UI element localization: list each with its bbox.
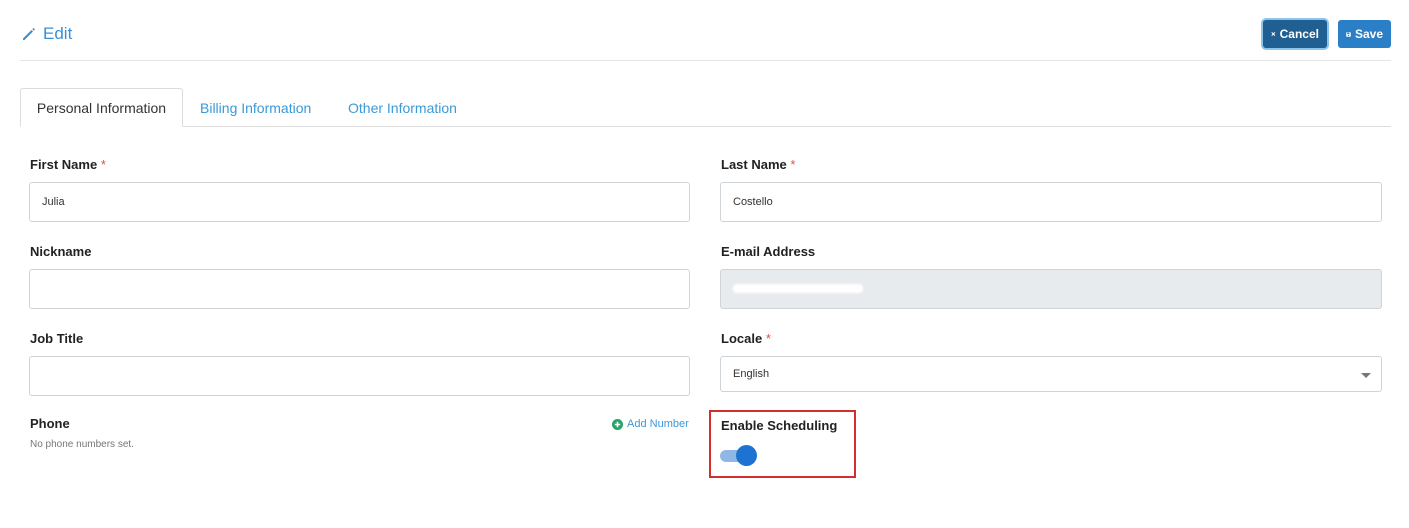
email-label: E-mail Address: [721, 244, 815, 259]
tab-bar: Personal Information Billing Information…: [20, 88, 1391, 127]
required-marker: *: [790, 157, 796, 172]
scheduling-label: Enable Scheduling: [721, 418, 837, 433]
pencil-icon: [23, 28, 35, 40]
nickname-input[interactable]: [29, 269, 690, 309]
locale-value: English: [733, 368, 770, 380]
close-icon: [1271, 32, 1276, 36]
scheduling-label-text: Enable Scheduling: [721, 418, 838, 433]
save-button[interactable]: Save: [1338, 20, 1391, 48]
floppy-disk-icon: [1346, 31, 1351, 37]
job-title-input[interactable]: [29, 356, 690, 396]
page-title-text: Edit: [43, 24, 73, 43]
page-header: Edit Cancel Save: [20, 18, 1391, 61]
locale-select[interactable]: English: [720, 356, 1382, 392]
tab-other-information[interactable]: Other Information: [348, 88, 457, 127]
phone-label: Phone: [30, 416, 70, 431]
required-marker: *: [765, 331, 771, 346]
first-name-label: First Name *: [30, 157, 106, 172]
toggle-knob: [736, 445, 757, 466]
cancel-button[interactable]: Cancel: [1263, 20, 1327, 48]
last-name-value: Costello: [733, 196, 773, 208]
tab-personal-information[interactable]: Personal Information: [20, 88, 183, 127]
add-number-button[interactable]: Add Number: [612, 418, 689, 430]
plus-circle-icon: [612, 418, 623, 430]
page-title: Edit: [21, 24, 72, 44]
last-name-input[interactable]: Costello: [720, 182, 1382, 222]
nickname-label: Nickname: [30, 244, 91, 259]
last-name-label: Last Name *: [721, 157, 795, 172]
save-button-label: Save: [1354, 27, 1383, 41]
add-number-label: Add Number: [627, 418, 689, 430]
locale-label: Locale *: [721, 331, 771, 346]
phone-empty-text: No phone numbers set.: [30, 439, 134, 450]
redacted-email: [733, 284, 863, 293]
locale-label-text: Locale: [721, 331, 763, 346]
cancel-button-label: Cancel: [1279, 27, 1319, 41]
first-name-label-text: First Name: [30, 157, 98, 172]
required-marker: *: [100, 157, 106, 172]
email-label-text: E-mail Address: [721, 244, 816, 259]
scheduling-toggle[interactable]: [720, 445, 758, 467]
first-name-value: Julia: [42, 196, 65, 208]
job-title-label: Job Title: [30, 331, 83, 346]
job-title-label-text: Job Title: [30, 331, 84, 346]
nickname-label-text: Nickname: [30, 244, 92, 259]
first-name-input[interactable]: Julia: [29, 182, 690, 222]
tab-billing-information[interactable]: Billing Information: [200, 88, 311, 127]
phone-label-text: Phone: [30, 416, 70, 431]
email-input: [720, 269, 1382, 309]
chevron-down-icon: [1361, 373, 1371, 378]
last-name-label-text: Last Name: [721, 157, 787, 172]
